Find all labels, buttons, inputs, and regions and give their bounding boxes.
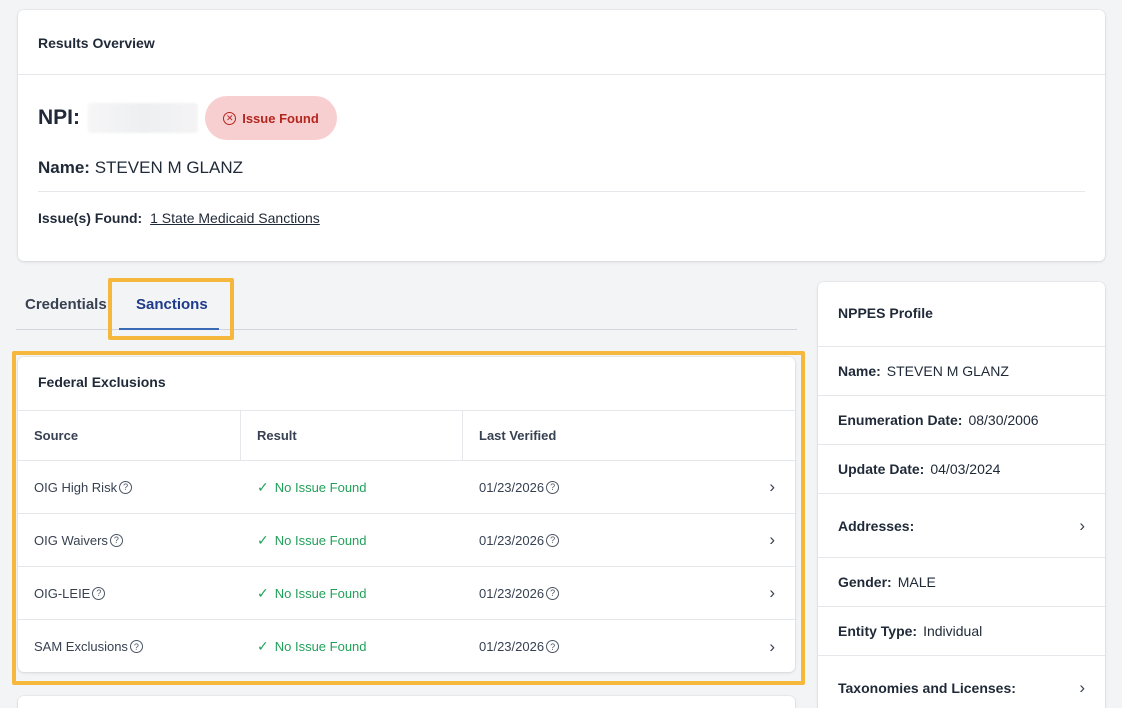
nppes-label: Enumeration Date: xyxy=(838,412,963,428)
circle-x-icon: ✕ xyxy=(223,111,237,125)
tab-credentials[interactable]: Credentials xyxy=(25,296,107,313)
nppes-label: Name: xyxy=(838,363,881,379)
nppes-label: Update Date: xyxy=(838,461,925,477)
nppes-profile-title: NPPES Profile xyxy=(818,282,1105,347)
issue-found-badge-label: Issue Found xyxy=(242,110,319,126)
name-label: Name: xyxy=(38,158,90,177)
issue-found-badge: ✕ Issue Found xyxy=(205,96,337,140)
nppes-value: 04/03/2024 xyxy=(930,461,1001,477)
npi-row: NPI: ✕ Issue Found xyxy=(38,96,337,140)
issues-found-label: Issue(s) Found: xyxy=(38,210,143,226)
results-overview-card: Results Overview NPI: ✕ Issue Found Name… xyxy=(18,10,1105,261)
nppes-value: 08/30/2006 xyxy=(968,412,1039,428)
npi-label: NPI: xyxy=(38,106,80,129)
divider xyxy=(38,191,1085,192)
nppes-row-taxonomies[interactable]: Taxonomies and Licenses: › xyxy=(818,656,1105,708)
next-section-card xyxy=(18,696,795,708)
issues-found-link[interactable]: 1 State Medicaid Sanctions xyxy=(150,210,320,226)
issues-found-row: Issue(s) Found: 1 State Medicaid Sanctio… xyxy=(38,210,320,226)
chevron-right-icon[interactable]: › xyxy=(1079,678,1085,698)
provider-name-row: Name: STEVEN M GLANZ xyxy=(38,158,243,178)
name-value: STEVEN M GLANZ xyxy=(94,158,244,177)
npi-redacted-value xyxy=(88,103,198,133)
nppes-row-name: Name: STEVEN M GLANZ xyxy=(818,347,1105,396)
nppes-profile-card: NPPES Profile Name: STEVEN M GLANZ Enume… xyxy=(818,282,1105,708)
nppes-row-addresses[interactable]: Addresses: › xyxy=(818,494,1105,558)
nppes-label: Gender: xyxy=(838,574,892,590)
results-overview-title: Results Overview xyxy=(18,10,1105,75)
nppes-label: Taxonomies and Licenses: xyxy=(838,679,1016,696)
nppes-row-update-date: Update Date: 04/03/2024 xyxy=(818,445,1105,494)
nppes-row-gender: Gender: MALE xyxy=(818,558,1105,607)
highlight-box-federal-exclusions xyxy=(12,351,805,685)
nppes-label: Addresses: xyxy=(838,517,915,534)
highlight-box-sanctions-tab xyxy=(108,278,234,340)
nppes-label: Entity Type: xyxy=(838,623,918,639)
nppes-row-enumeration-date: Enumeration Date: 08/30/2006 xyxy=(818,396,1105,445)
nppes-value: STEVEN M GLANZ xyxy=(886,363,1009,379)
nppes-value: Individual xyxy=(923,623,983,639)
nppes-value: MALE xyxy=(897,574,936,590)
chevron-right-icon[interactable]: › xyxy=(1079,516,1085,536)
nppes-row-entity-type: Entity Type: Individual xyxy=(818,607,1105,656)
